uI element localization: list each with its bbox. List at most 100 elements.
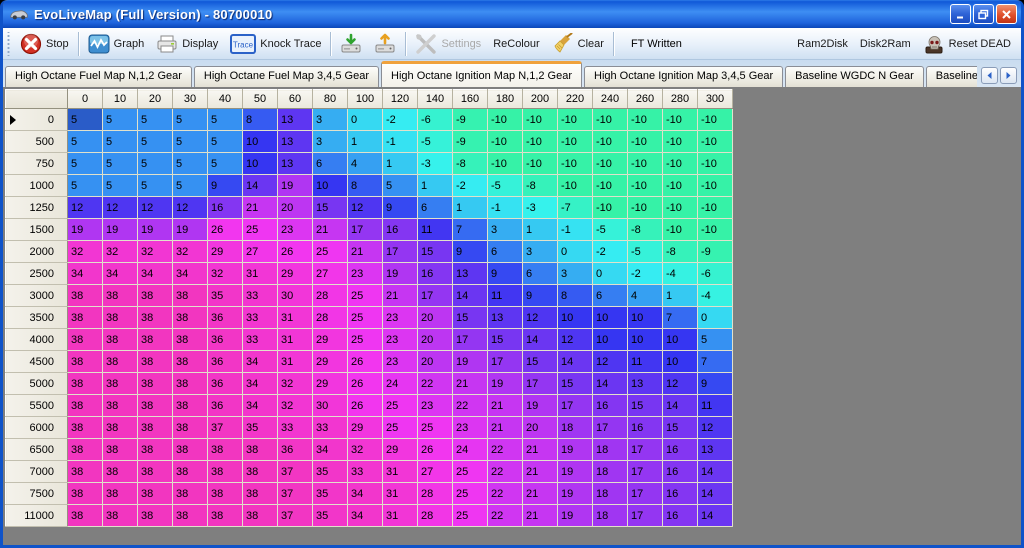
tab-2-active[interactable]: High Octane Ignition Map N,1,2 Gear [381,61,582,87]
grid-cell[interactable]: 38 [103,351,138,373]
grid-cell[interactable]: 25 [348,329,383,351]
grid-cell[interactable]: 29 [313,329,348,351]
grid-cell[interactable]: 38 [173,329,208,351]
grid-cell[interactable]: 22 [488,439,523,461]
grid-cell[interactable]: 12 [348,197,383,219]
grid-cell[interactable]: 32 [68,241,103,263]
grid-cell[interactable]: 14 [243,175,278,197]
grid-cell[interactable]: 18 [593,439,628,461]
grid-cell[interactable]: -2 [383,109,418,131]
grid-cell[interactable]: -10 [698,131,733,153]
grid-cell[interactable]: -10 [593,175,628,197]
grid-cell[interactable]: -10 [488,109,523,131]
grid-cell[interactable]: 38 [138,329,173,351]
grid-cell[interactable]: 23 [453,417,488,439]
grid-cell[interactable]: 15 [313,197,348,219]
grid-cell[interactable]: 19 [558,439,593,461]
grid-cell[interactable]: 34 [348,483,383,505]
grid-cell[interactable]: -10 [628,153,663,175]
grid-cell[interactable]: 3 [523,241,558,263]
grid-cell[interactable]: 36 [208,373,243,395]
grid-cell[interactable]: 11 [418,219,453,241]
grid-cell[interactable]: 20 [523,417,558,439]
grid-cell[interactable]: -1 [558,219,593,241]
grid-cell[interactable]: 7 [663,307,698,329]
grid-cell[interactable]: 26 [348,373,383,395]
grid-cell[interactable]: 38 [138,439,173,461]
grid-cell[interactable]: 38 [103,461,138,483]
grid-cell[interactable]: 20 [418,329,453,351]
grid-cell[interactable]: 5 [68,109,103,131]
grid-cell[interactable]: 38 [103,505,138,527]
grid-cell[interactable]: 25 [243,219,278,241]
grid-row-header[interactable]: 3000 [6,285,68,307]
grid-cell[interactable]: 34 [348,505,383,527]
grid-cell[interactable]: 15 [628,395,663,417]
grid-col-header[interactable]: 200 [523,90,558,109]
grid-cell[interactable]: 10 [313,175,348,197]
grid-cell[interactable]: 23 [418,395,453,417]
grid-cell[interactable]: 32 [103,241,138,263]
grid-cell[interactable]: 0 [558,241,593,263]
recolour-button[interactable]: ReColour [487,30,545,58]
grid-cell[interactable]: 31 [278,329,313,351]
grid-cell[interactable]: 19 [453,351,488,373]
settings-button[interactable]: Settings [409,30,487,58]
grid-cell[interactable]: 31 [383,483,418,505]
grid-cell[interactable]: -10 [558,175,593,197]
grid-cell[interactable]: 38 [103,439,138,461]
grid-cell[interactable]: 32 [278,395,313,417]
grid-cell[interactable]: 10 [663,329,698,351]
grid-cell[interactable]: 38 [68,285,103,307]
grid-cell[interactable]: 10 [628,307,663,329]
ft-written-indicator[interactable]: FT Written [617,28,696,60]
grid-cell[interactable]: 29 [208,241,243,263]
grid-cell[interactable]: 12 [138,197,173,219]
grid-row-header[interactable]: 11000 [6,505,68,527]
grid-cell[interactable]: -4 [663,263,698,285]
grid-cell[interactable]: -10 [698,197,733,219]
grid-cell[interactable]: 5 [208,131,243,153]
grid-cell[interactable]: 5 [103,131,138,153]
grid-cell[interactable]: 5 [698,329,733,351]
grid-cell[interactable]: 38 [138,351,173,373]
grid-cell[interactable]: 25 [383,417,418,439]
grid-cell[interactable]: -10 [593,131,628,153]
grid-cell[interactable]: -5 [593,219,628,241]
grid-cell[interactable]: 36 [208,351,243,373]
grid-cell[interactable]: 27 [418,461,453,483]
grid-cell[interactable]: 17 [628,483,663,505]
grid-cell[interactable]: 35 [313,505,348,527]
grid-cell[interactable]: 12 [523,307,558,329]
grid-cell[interactable]: 19 [488,373,523,395]
stop-button[interactable]: Stop [14,30,75,58]
grid-cell[interactable]: -10 [593,197,628,219]
grid-cell[interactable]: 38 [208,483,243,505]
grid-cell[interactable]: 38 [103,417,138,439]
grid-cell[interactable]: 35 [313,461,348,483]
grid-cell[interactable]: 33 [243,307,278,329]
grid-cell[interactable]: 15 [488,329,523,351]
grid-cell[interactable]: 12 [558,329,593,351]
grid-cell[interactable]: 34 [68,263,103,285]
grid-cell[interactable]: 16 [663,439,698,461]
grid-cell[interactable]: 16 [208,197,243,219]
grid-cell[interactable]: 9 [523,285,558,307]
grid-cell[interactable]: 26 [208,219,243,241]
grid-cell[interactable]: 17 [628,505,663,527]
grid-row-header[interactable]: 2000 [6,241,68,263]
grid-cell[interactable]: 25 [453,461,488,483]
grid-cell[interactable]: -8 [453,153,488,175]
knock-trace-button[interactable]: Trace Knock Trace [224,30,327,58]
grid-col-header[interactable]: 0 [68,90,103,109]
grid-cell[interactable]: 28 [418,505,453,527]
grid-col-header[interactable]: 40 [208,90,243,109]
grid-cell[interactable]: 13 [278,131,313,153]
grid-cell[interactable]: 12 [698,417,733,439]
grid-cell[interactable]: 31 [383,461,418,483]
grid-col-header[interactable]: 220 [558,90,593,109]
grid-cell[interactable]: 8 [243,109,278,131]
grid-cell[interactable]: 6 [523,263,558,285]
grid-cell[interactable]: 5 [173,153,208,175]
grid-cell[interactable]: 38 [103,285,138,307]
